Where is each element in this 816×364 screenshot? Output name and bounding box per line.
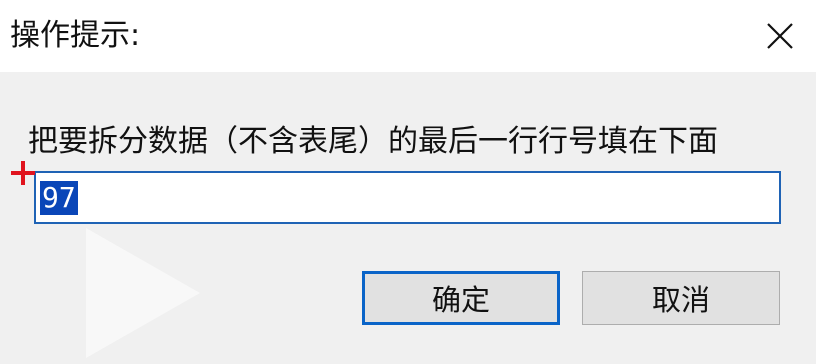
- input-dialog: 操作提示: 把要拆分数据（不含表尾）的最后一行行号填在下面 97 确定 取消: [0, 0, 816, 364]
- input-selected-text[interactable]: 97: [40, 181, 78, 215]
- title-bar[interactable]: 操作提示:: [0, 0, 816, 72]
- play-icon: [86, 228, 200, 358]
- crosshair-cursor-icon: [11, 161, 35, 185]
- prompt-label: 把要拆分数据（不含表尾）的最后一行行号填在下面: [28, 124, 718, 159]
- close-button[interactable]: [744, 0, 816, 72]
- dialog-title: 操作提示:: [10, 18, 141, 53]
- cancel-button[interactable]: 取消: [582, 271, 780, 325]
- ok-button[interactable]: 确定: [362, 271, 560, 325]
- row-number-input[interactable]: 97: [34, 171, 781, 224]
- close-icon: [767, 23, 793, 49]
